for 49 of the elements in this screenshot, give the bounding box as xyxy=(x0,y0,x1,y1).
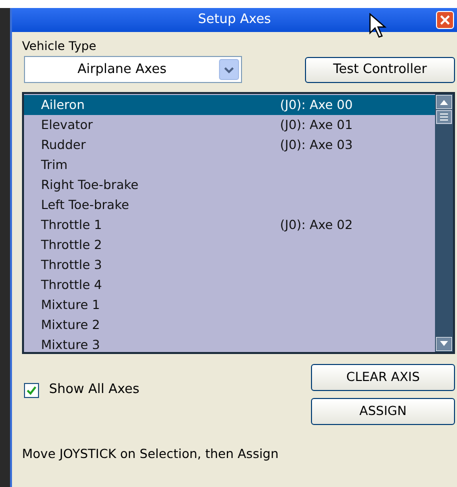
close-icon xyxy=(440,15,450,25)
axis-assignment: (J0): Axe 03 xyxy=(280,136,353,154)
axis-name: Mixture 1 xyxy=(40,296,101,314)
mouse-cursor-icon xyxy=(369,13,389,39)
axis-name: Throttle 2 xyxy=(40,236,103,254)
axis-name: Aileron xyxy=(40,96,86,114)
close-button[interactable] xyxy=(436,11,454,29)
status-text: Move JOYSTICK on Selection, then Assign xyxy=(22,445,280,463)
axis-row[interactable]: Mixture 1 xyxy=(24,295,435,315)
checkbox-label: Show All Axes xyxy=(49,381,140,400)
axis-name: Elevator xyxy=(40,116,94,134)
axis-name: Mixture 2 xyxy=(40,316,101,334)
axis-row[interactable]: Throttle 3 xyxy=(24,255,435,275)
scroll-up-icon[interactable] xyxy=(436,95,452,109)
axis-assignment: (J0): Axe 01 xyxy=(280,116,353,134)
scroll-down-icon[interactable] xyxy=(436,337,452,351)
dropdown-value: Airplane Axes xyxy=(76,60,168,79)
axis-assignment: (J0): Axe 02 xyxy=(280,216,353,234)
axis-row[interactable]: Throttle 1 (J0): Axe 02 xyxy=(24,215,435,235)
axis-row[interactable]: Aileron (J0): Axe 00 xyxy=(24,95,435,115)
window-title: Setup Axes xyxy=(198,11,271,30)
axis-name: Right Toe-brake xyxy=(40,176,140,194)
axis-name: Left Toe-brake xyxy=(40,196,130,214)
axis-name: Throttle 3 xyxy=(40,256,103,274)
axis-name: Rudder xyxy=(40,136,87,154)
test-controller-button[interactable]: Test Controller xyxy=(305,56,455,82)
chevron-down-icon xyxy=(219,59,239,80)
axis-name: Throttle 4 xyxy=(40,276,103,294)
axis-row[interactable]: Rudder (J0): Axe 03 xyxy=(24,135,435,155)
scrollbar[interactable] xyxy=(435,94,453,352)
action-button[interactable]: CLEAR AXIS xyxy=(311,364,455,391)
axis-row[interactable]: Right Toe-brake xyxy=(24,175,435,195)
axis-row[interactable]: Throttle 2 xyxy=(24,235,435,255)
axis-row[interactable]: Left Toe-brake xyxy=(24,195,435,215)
action-button[interactable]: ASSIGN xyxy=(311,398,455,425)
axis-assignment: (J0): Axe 00 xyxy=(280,96,353,114)
axis-row[interactable]: Throttle 4 xyxy=(24,275,435,295)
show-all-axes-checkbox[interactable] xyxy=(24,382,39,398)
axis-name: Trim xyxy=(40,156,69,174)
axis-row[interactable]: Mixture 2 xyxy=(24,315,435,335)
field-label: Vehicle Type xyxy=(22,38,98,54)
axis-row[interactable]: Elevator (J0): Axe 01 xyxy=(24,115,435,135)
scroll-thumb[interactable] xyxy=(436,110,452,124)
axis-name: Throttle 1 xyxy=(40,216,103,234)
check-icon xyxy=(26,384,37,396)
axis-row[interactable]: Mixture 3 xyxy=(24,335,435,355)
axis-row[interactable]: Trim xyxy=(24,155,435,175)
axis-name: Mixture 3 xyxy=(40,336,101,354)
vehicle-type-dropdown[interactable]: Airplane Axes xyxy=(24,56,242,83)
